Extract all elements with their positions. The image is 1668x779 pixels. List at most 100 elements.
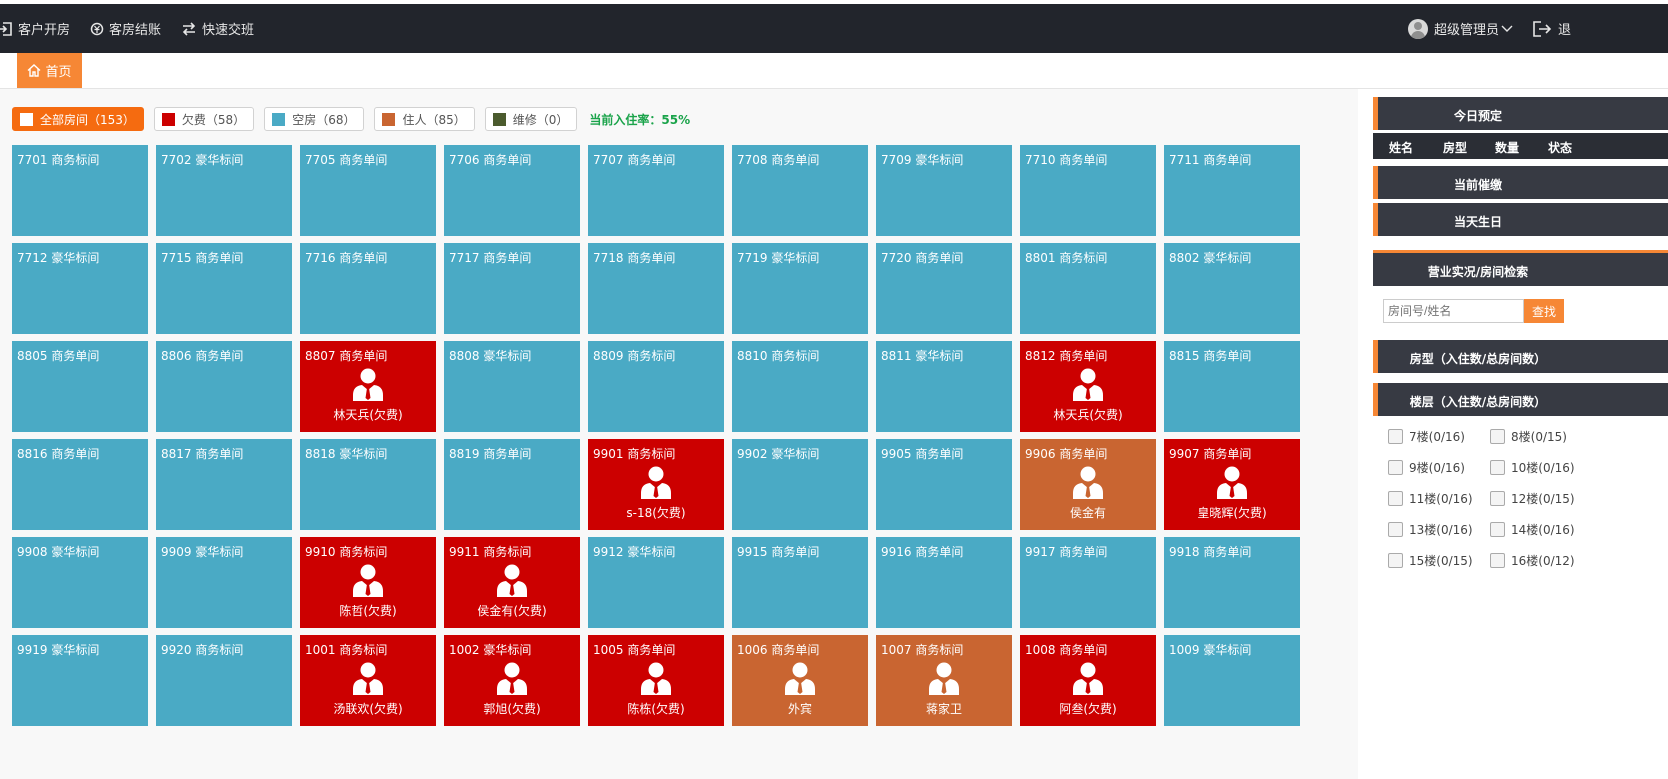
room-card[interactable]: 9907 商务单间 皇晓辉(欠费) [1164,439,1300,530]
room-card[interactable]: 8809 商务标间 [588,341,724,432]
floor-filter-item[interactable]: 8楼(0/15) [1490,428,1567,445]
room-card[interactable]: 8819 商务单间 [444,439,580,530]
floor-filter-item[interactable]: 15楼(0/15) [1388,552,1473,569]
room-card[interactable]: 9917 商务单间 [1020,537,1156,628]
room-card[interactable]: 9920 商务标间 [156,635,292,726]
room-title: 8809 商务标间 [593,349,676,363]
room-card[interactable]: 7718 商务单间 [588,243,724,334]
room-card[interactable]: 7719 豪华标间 [732,243,868,334]
room-card[interactable]: 7716 商务单间 [300,243,436,334]
room-card[interactable]: 9910 商务标间 陈哲(欠费) [300,537,436,628]
room-card[interactable]: 1005 商务单间 陈栋(欠费) [588,635,724,726]
room-title: 7711 商务单间 [1169,153,1252,167]
tab-home[interactable]: 首页 [17,53,82,88]
floor-filter-item[interactable]: 13楼(0/16) [1388,521,1473,538]
room-card[interactable]: 7709 豪华标间 [876,145,1012,236]
room-card[interactable]: 1007 商务标间 蒋家卫 [876,635,1012,726]
room-card[interactable]: 9919 豪华标间 [12,635,148,726]
room-card[interactable]: 9908 豪华标间 [12,537,148,628]
filter-vacant[interactable]: 空房（68） [264,107,365,131]
floor-checkbox[interactable] [1490,429,1505,444]
today-booking-header[interactable]: 今日预定 [1373,97,1668,130]
room-card[interactable]: 7711 商务单间 [1164,145,1300,236]
filter-arrears[interactable]: 欠费（58） [153,107,255,131]
user-menu[interactable]: 超级管理员 [1408,4,1513,53]
room-title: 7706 商务单间 [449,153,532,167]
room-card[interactable]: 7712 豪华标间 [12,243,148,334]
room-card[interactable]: 1006 商务单间 外宾 [732,635,868,726]
floor-filter-item[interactable]: 16楼(0/12) [1490,552,1575,569]
room-card[interactable]: 7707 商务单间 [588,145,724,236]
nav-checkout[interactable]: 客房结账 [90,19,161,38]
room-card[interactable]: 8810 商务标间 [732,341,868,432]
floor-filter-item[interactable]: 7楼(0/16) [1388,428,1465,445]
floor-checkbox[interactable] [1388,522,1403,537]
nav-check-in[interactable]: 客户开房 [0,19,70,38]
floor-checkbox[interactable] [1490,491,1505,506]
floor-checkbox[interactable] [1490,522,1505,537]
room-title: 7709 豪华标间 [881,153,964,167]
room-card[interactable]: 9902 豪华标间 [732,439,868,530]
room-type-header[interactable]: 房型（入住数/总房间数） [1373,340,1668,373]
room-card[interactable]: 7720 商务单间 [876,243,1012,334]
room-card[interactable]: 7708 商务单间 [732,145,868,236]
room-title: 1006 商务单间 [737,643,820,657]
room-card[interactable]: 9916 商务单间 [876,537,1012,628]
floor-checkbox[interactable] [1388,460,1403,475]
room-card[interactable]: 8816 商务单间 [12,439,148,530]
room-card[interactable]: 8818 豪华标间 [300,439,436,530]
room-card[interactable]: 9906 商务单间 侯金有 [1020,439,1156,530]
floor-filter-item[interactable]: 12楼(0/15) [1490,490,1575,507]
room-card[interactable]: 9911 商务标间 侯金有(欠费) [444,537,580,628]
room-card[interactable]: 1008 商务单间 阿叁(欠费) [1020,635,1156,726]
home-icon [28,64,41,77]
current-dunning-header[interactable]: 当前催缴 [1373,166,1668,199]
room-card[interactable]: 8807 商务单间 林天兵(欠费) [300,341,436,432]
room-card[interactable]: 8808 豪华标间 [444,341,580,432]
logout-button[interactable]: 退 [1532,4,1571,53]
floor-header[interactable]: 楼层（入住数/总房间数） [1373,383,1668,416]
room-card[interactable]: 8812 商务单间 林天兵(欠费) [1020,341,1156,432]
filter-maintenance[interactable]: 维修（0） [484,107,578,131]
floor-filter-item[interactable]: 11楼(0/16) [1388,490,1473,507]
room-card[interactable]: 8805 商务单间 [12,341,148,432]
floor-checkbox[interactable] [1490,553,1505,568]
room-card[interactable]: 7706 商务单间 [444,145,580,236]
room-card[interactable]: 7705 商务单间 [300,145,436,236]
room-card[interactable]: 8802 豪华标间 [1164,243,1300,334]
room-card[interactable]: 9915 商务单间 [732,537,868,628]
nav-shift-handover[interactable]: 快速交班 [181,19,254,38]
room-card[interactable]: 8801 商务标间 [1020,243,1156,334]
floor-filter-item[interactable]: 10楼(0/16) [1490,459,1575,476]
room-card[interactable]: 9909 豪华标间 [156,537,292,628]
room-card[interactable]: 7715 商务单间 [156,243,292,334]
floor-filter-item[interactable]: 14楼(0/16) [1490,521,1575,538]
room-card[interactable]: 9905 商务单间 [876,439,1012,530]
search-button[interactable]: 查找 [1524,299,1564,323]
room-card[interactable]: 1009 豪华标间 [1164,635,1300,726]
room-card[interactable]: 9912 豪华标间 [588,537,724,628]
filter-occupied[interactable]: 住人（85） [374,107,475,131]
room-title: 1002 豪华标间 [449,643,532,657]
room-card[interactable]: 8817 商务单间 [156,439,292,530]
room-card[interactable]: 9901 商务标间 s-18(欠费) [588,439,724,530]
room-card[interactable]: 7701 商务标间 [12,145,148,236]
chevron-down-icon [1501,25,1513,32]
filter-all[interactable]: 全部房间（153） [12,107,144,131]
floor-checkbox[interactable] [1388,429,1403,444]
room-card[interactable]: 8815 商务单间 [1164,341,1300,432]
room-card[interactable]: 1002 豪华标间 郭旭(欠费) [444,635,580,726]
room-search-input[interactable] [1383,299,1524,323]
room-card[interactable]: 9918 商务单间 [1164,537,1300,628]
room-card[interactable]: 8811 豪华标间 [876,341,1012,432]
room-card[interactable]: 7717 商务单间 [444,243,580,334]
floor-filter-item[interactable]: 9楼(0/16) [1388,459,1465,476]
floor-checkbox[interactable] [1388,553,1403,568]
room-card[interactable]: 8806 商务单间 [156,341,292,432]
floor-checkbox[interactable] [1388,491,1403,506]
floor-checkbox[interactable] [1490,460,1505,475]
room-card[interactable]: 1001 商务标间 汤联欢(欠费) [300,635,436,726]
room-card[interactable]: 7702 豪华标间 [156,145,292,236]
birthday-header[interactable]: 当天生日 [1373,203,1668,236]
room-card[interactable]: 7710 商务单间 [1020,145,1156,236]
